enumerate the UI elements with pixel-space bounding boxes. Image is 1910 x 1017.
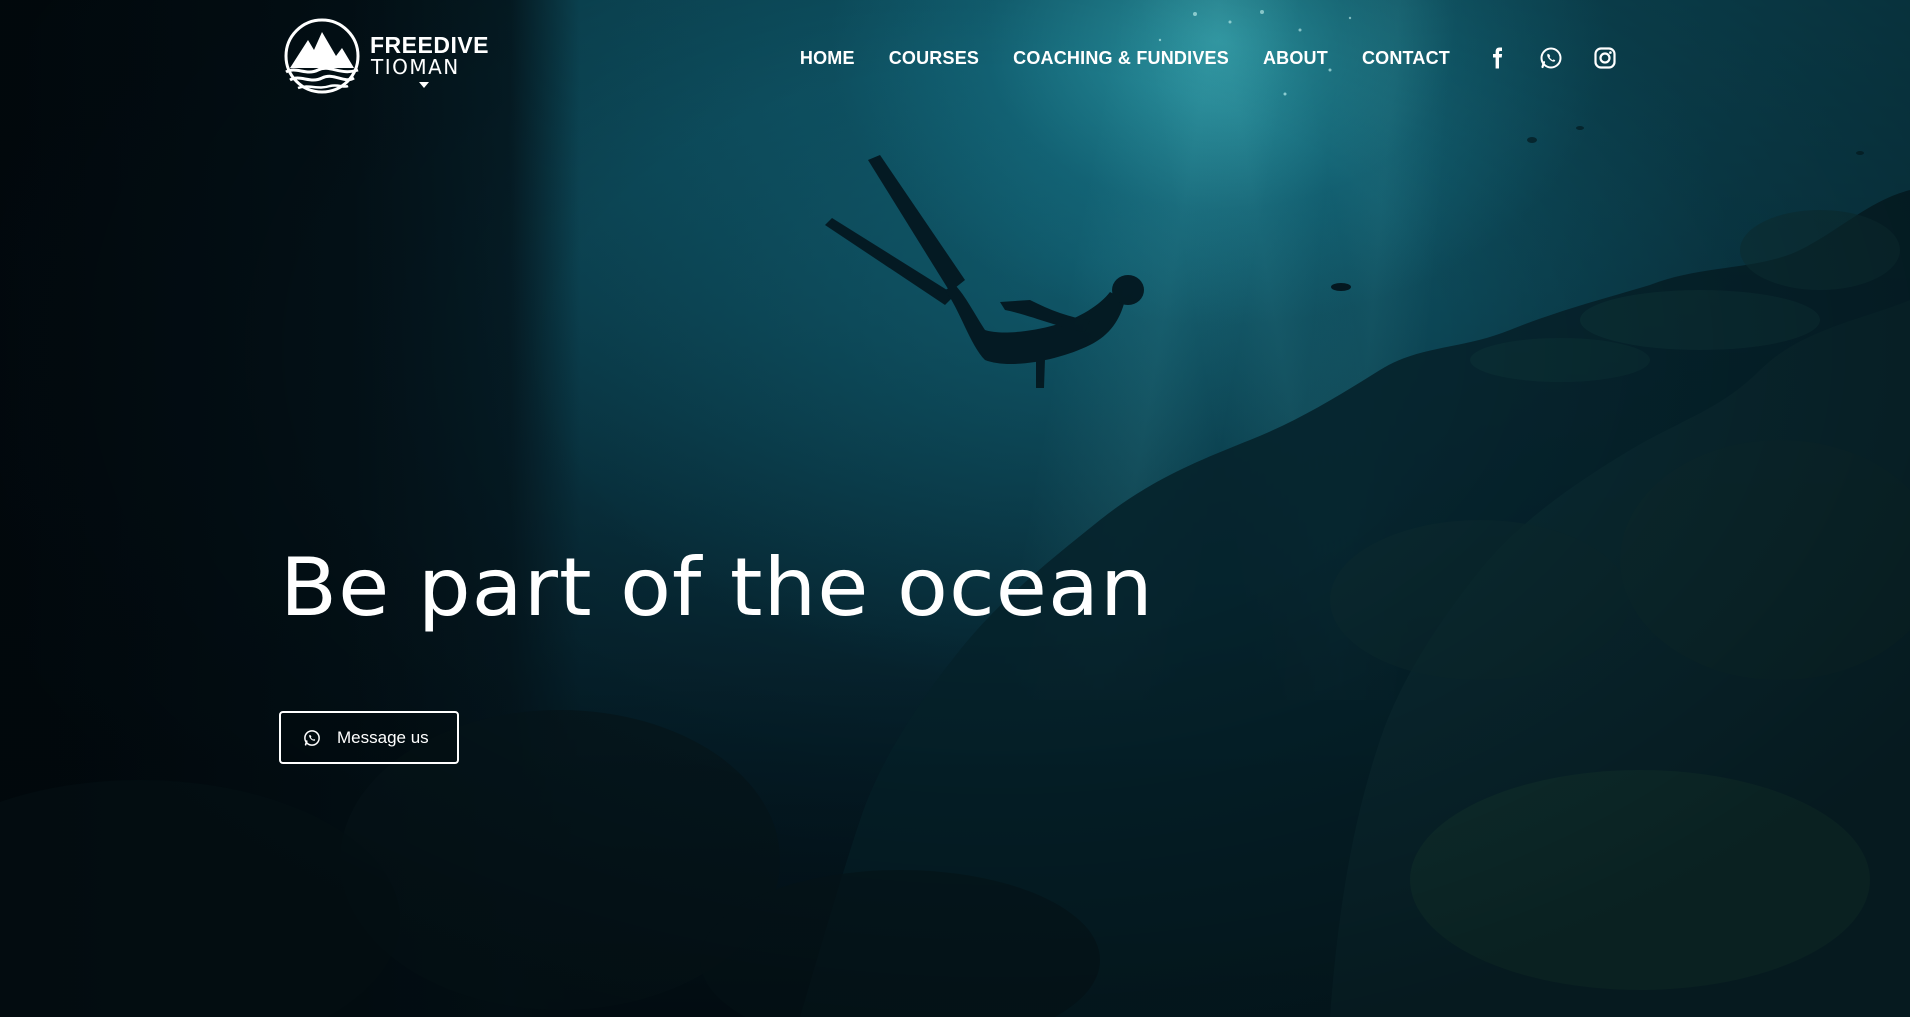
- site-logo[interactable]: FREEDIVE TIOMAN: [278, 18, 490, 98]
- mountain-waves-logo-icon: [284, 18, 360, 94]
- nav-coaching-fundives[interactable]: COACHING & FUNDIVES: [1013, 48, 1229, 69]
- main-nav: HOME COURSES COACHING & FUNDIVES ABOUT C…: [800, 40, 1618, 76]
- nav-contact[interactable]: CONTACT: [1362, 48, 1450, 69]
- whatsapp-icon: [303, 729, 321, 747]
- nav-about[interactable]: ABOUT: [1263, 48, 1328, 69]
- site-header: FREEDIVE TIOMAN HOME COURSES COACHING & …: [278, 18, 1618, 98]
- vignette-overlay: [0, 0, 1910, 1017]
- nav-home[interactable]: HOME: [800, 48, 855, 69]
- logo-text-freedive: FREEDIVE: [370, 32, 490, 58]
- hero-section: FREEDIVE TIOMAN HOME COURSES COACHING & …: [0, 0, 1910, 1017]
- message-us-label: Message us: [337, 727, 429, 747]
- instagram-icon[interactable]: [1592, 45, 1618, 71]
- message-us-button[interactable]: Message us: [279, 711, 459, 764]
- whatsapp-icon[interactable]: [1538, 45, 1564, 71]
- facebook-icon[interactable]: [1484, 45, 1510, 71]
- hero-headline: Be part of the ocean: [280, 541, 1154, 634]
- caret-down-icon: [419, 82, 429, 88]
- nav-courses[interactable]: COURSES: [889, 48, 979, 69]
- logo-text-tioman: TIOMAN: [371, 55, 460, 79]
